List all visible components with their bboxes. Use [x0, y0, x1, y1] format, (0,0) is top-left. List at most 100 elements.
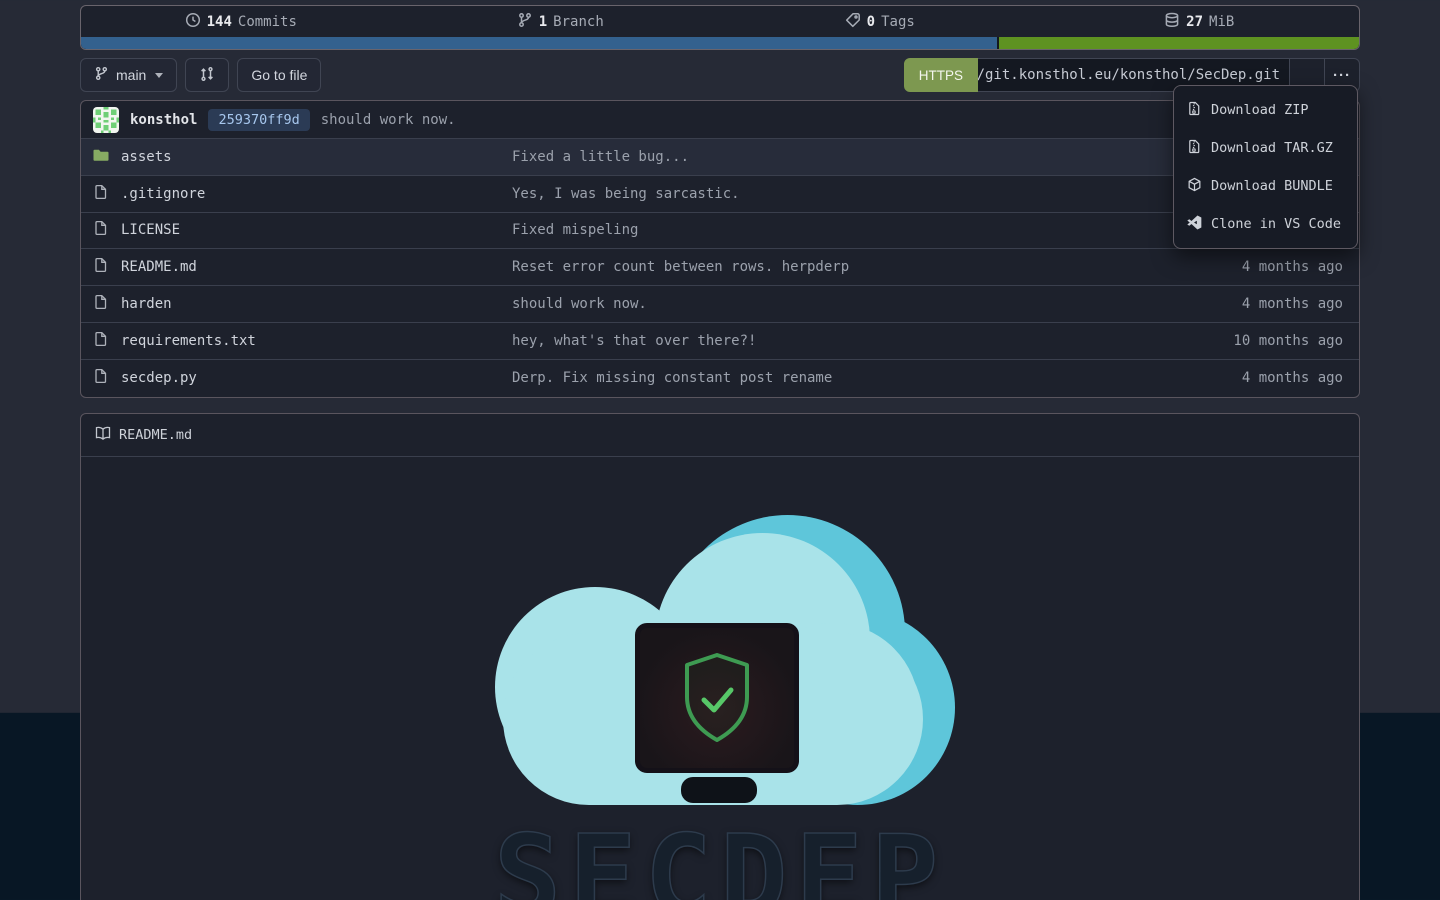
secdep-cloud-logo	[485, 515, 955, 807]
package-icon	[1187, 177, 1202, 196]
git-compare-icon	[199, 66, 215, 85]
shield-check-icon	[674, 648, 760, 748]
latest-commit-row: konsthol 259370ff9d should work now.	[81, 101, 1359, 139]
table-row: assets Fixed a little bug...	[81, 139, 1359, 176]
file-commit-message[interactable]: Fixed a little bug...	[512, 149, 1173, 165]
file-date: 4 months ago	[1173, 370, 1343, 386]
file-date: 10 months ago	[1173, 333, 1343, 349]
file-commit-message[interactable]: Reset error count between rows. herpderp	[512, 259, 1173, 275]
commit-author[interactable]: konsthol	[130, 112, 197, 128]
file-name-label: harden	[121, 296, 172, 312]
file-link[interactable]: assets	[93, 147, 512, 167]
file-link[interactable]: secdep.py	[93, 368, 512, 388]
stat-size-label: MiB	[1209, 14, 1234, 30]
file-icon	[93, 368, 109, 388]
copy-icon	[1300, 66, 1315, 84]
stat-branches-label: Branch	[553, 14, 604, 30]
repo-stats-row: 144 Commits 1 Branch 0 Tags 27 MiB	[81, 6, 1359, 37]
stat-branches-value: 1	[539, 14, 547, 30]
file-commit-message[interactable]: hey, what's that over there?!	[512, 333, 1173, 349]
menu-item-label: Download BUNDLE	[1211, 178, 1333, 194]
stat-tags-value: 0	[867, 14, 875, 30]
readme-title: README.md	[119, 427, 192, 443]
readme-header[interactable]: README.md	[81, 414, 1359, 457]
commit-hash-badge[interactable]: 259370ff9d	[208, 109, 309, 131]
git-branch-icon	[94, 66, 109, 84]
file-commit-message[interactable]: Fixed mispeling	[512, 222, 1173, 238]
menu-item-label: Download ZIP	[1211, 102, 1309, 118]
commit-message[interactable]: should work now.	[321, 112, 456, 128]
readme-content: SECDEP	[81, 457, 1359, 900]
zip-file-icon	[1187, 139, 1202, 158]
file-commit-message[interactable]: should work now.	[512, 296, 1173, 312]
secdep-wordmark: SECDEP	[494, 821, 947, 900]
clone-protocol-button[interactable]: HTTPS	[904, 58, 978, 92]
table-row: harden should work now. 4 months ago	[81, 286, 1359, 323]
file-commit-message[interactable]: Derp. Fix missing constant post rename	[512, 370, 1173, 386]
file-icon	[93, 331, 109, 351]
git-branch-icon	[517, 12, 533, 32]
table-row: .gitignore Yes, I was being sarcastic.	[81, 176, 1359, 213]
branch-selector[interactable]: main	[80, 58, 177, 92]
menu-item-label: Clone in VS Code	[1211, 216, 1341, 232]
readme-panel: README.md SECD	[80, 413, 1360, 900]
file-name-label: assets	[121, 149, 172, 165]
go-to-file-button[interactable]: Go to file	[237, 58, 321, 92]
menu-item-label: Download TAR.GZ	[1211, 140, 1333, 156]
repository-page: 144 Commits 1 Branch 0 Tags 27 MiB	[80, 0, 1360, 900]
file-list-panel: konsthol 259370ff9d should work now. ass…	[80, 100, 1360, 398]
language-segment-green	[999, 37, 1359, 49]
table-row: README.md Reset error count between rows…	[81, 249, 1359, 286]
file-icon	[93, 257, 109, 277]
menu-item-download-zip[interactable]: Download ZIP	[1174, 91, 1357, 129]
file-name-label: .gitignore	[121, 186, 205, 202]
file-name-label: LICENSE	[121, 222, 180, 238]
menu-item-clone-vscode[interactable]: Clone in VS Code	[1174, 205, 1357, 243]
file-name-label: README.md	[121, 259, 197, 275]
file-link[interactable]: harden	[93, 294, 512, 314]
monitor-screen	[635, 623, 799, 773]
clone-dropdown-menu: Download ZIP Download TAR.GZ Download BU…	[1173, 85, 1358, 249]
compare-button[interactable]	[185, 58, 229, 92]
table-row: LICENSE Fixed mispeling	[81, 213, 1359, 250]
repo-toolbar: main Go to file HTTPS https://git.konsth…	[80, 58, 1360, 92]
branch-selector-label: main	[116, 67, 146, 83]
book-icon	[95, 425, 111, 445]
table-row: requirements.txt hey, what's that over t…	[81, 323, 1359, 360]
file-icon	[93, 184, 109, 204]
file-link[interactable]: LICENSE	[93, 220, 512, 240]
tag-icon	[845, 12, 861, 32]
zip-file-icon	[1187, 101, 1202, 120]
stat-commits-label: Commits	[238, 14, 297, 30]
history-icon	[185, 12, 201, 32]
file-name-label: requirements.txt	[121, 333, 256, 349]
file-commit-message[interactable]: Yes, I was being sarcastic.	[512, 186, 1173, 202]
monitor-stand	[681, 777, 757, 803]
stat-commits[interactable]: 144 Commits	[81, 12, 401, 32]
stat-branches[interactable]: 1 Branch	[401, 12, 721, 32]
file-icon	[93, 220, 109, 240]
kebab-icon: ···	[1333, 67, 1351, 84]
folder-icon	[93, 147, 109, 167]
language-bar[interactable]	[81, 37, 1359, 49]
go-to-file-label: Go to file	[251, 67, 307, 83]
stat-size[interactable]: 27 MiB	[1040, 12, 1360, 32]
file-link[interactable]: .gitignore	[93, 184, 512, 204]
menu-item-download-targz[interactable]: Download TAR.GZ	[1174, 129, 1357, 167]
file-name-label: secdep.py	[121, 370, 197, 386]
file-date: 4 months ago	[1173, 296, 1343, 312]
file-link[interactable]: README.md	[93, 257, 512, 277]
database-icon	[1164, 12, 1180, 32]
table-row: secdep.py Derp. Fix missing constant pos…	[81, 360, 1359, 397]
stat-size-value: 27	[1186, 14, 1203, 30]
menu-item-download-bundle[interactable]: Download BUNDLE	[1174, 167, 1357, 205]
language-segment-blue	[81, 37, 997, 49]
stat-tags[interactable]: 0 Tags	[720, 12, 1040, 32]
chevron-down-icon	[155, 73, 163, 78]
stat-commits-value: 144	[207, 14, 232, 30]
stat-tags-label: Tags	[881, 14, 915, 30]
file-link[interactable]: requirements.txt	[93, 331, 512, 351]
file-date: 4 months ago	[1173, 259, 1343, 275]
avatar[interactable]	[93, 107, 119, 133]
file-icon	[93, 294, 109, 314]
